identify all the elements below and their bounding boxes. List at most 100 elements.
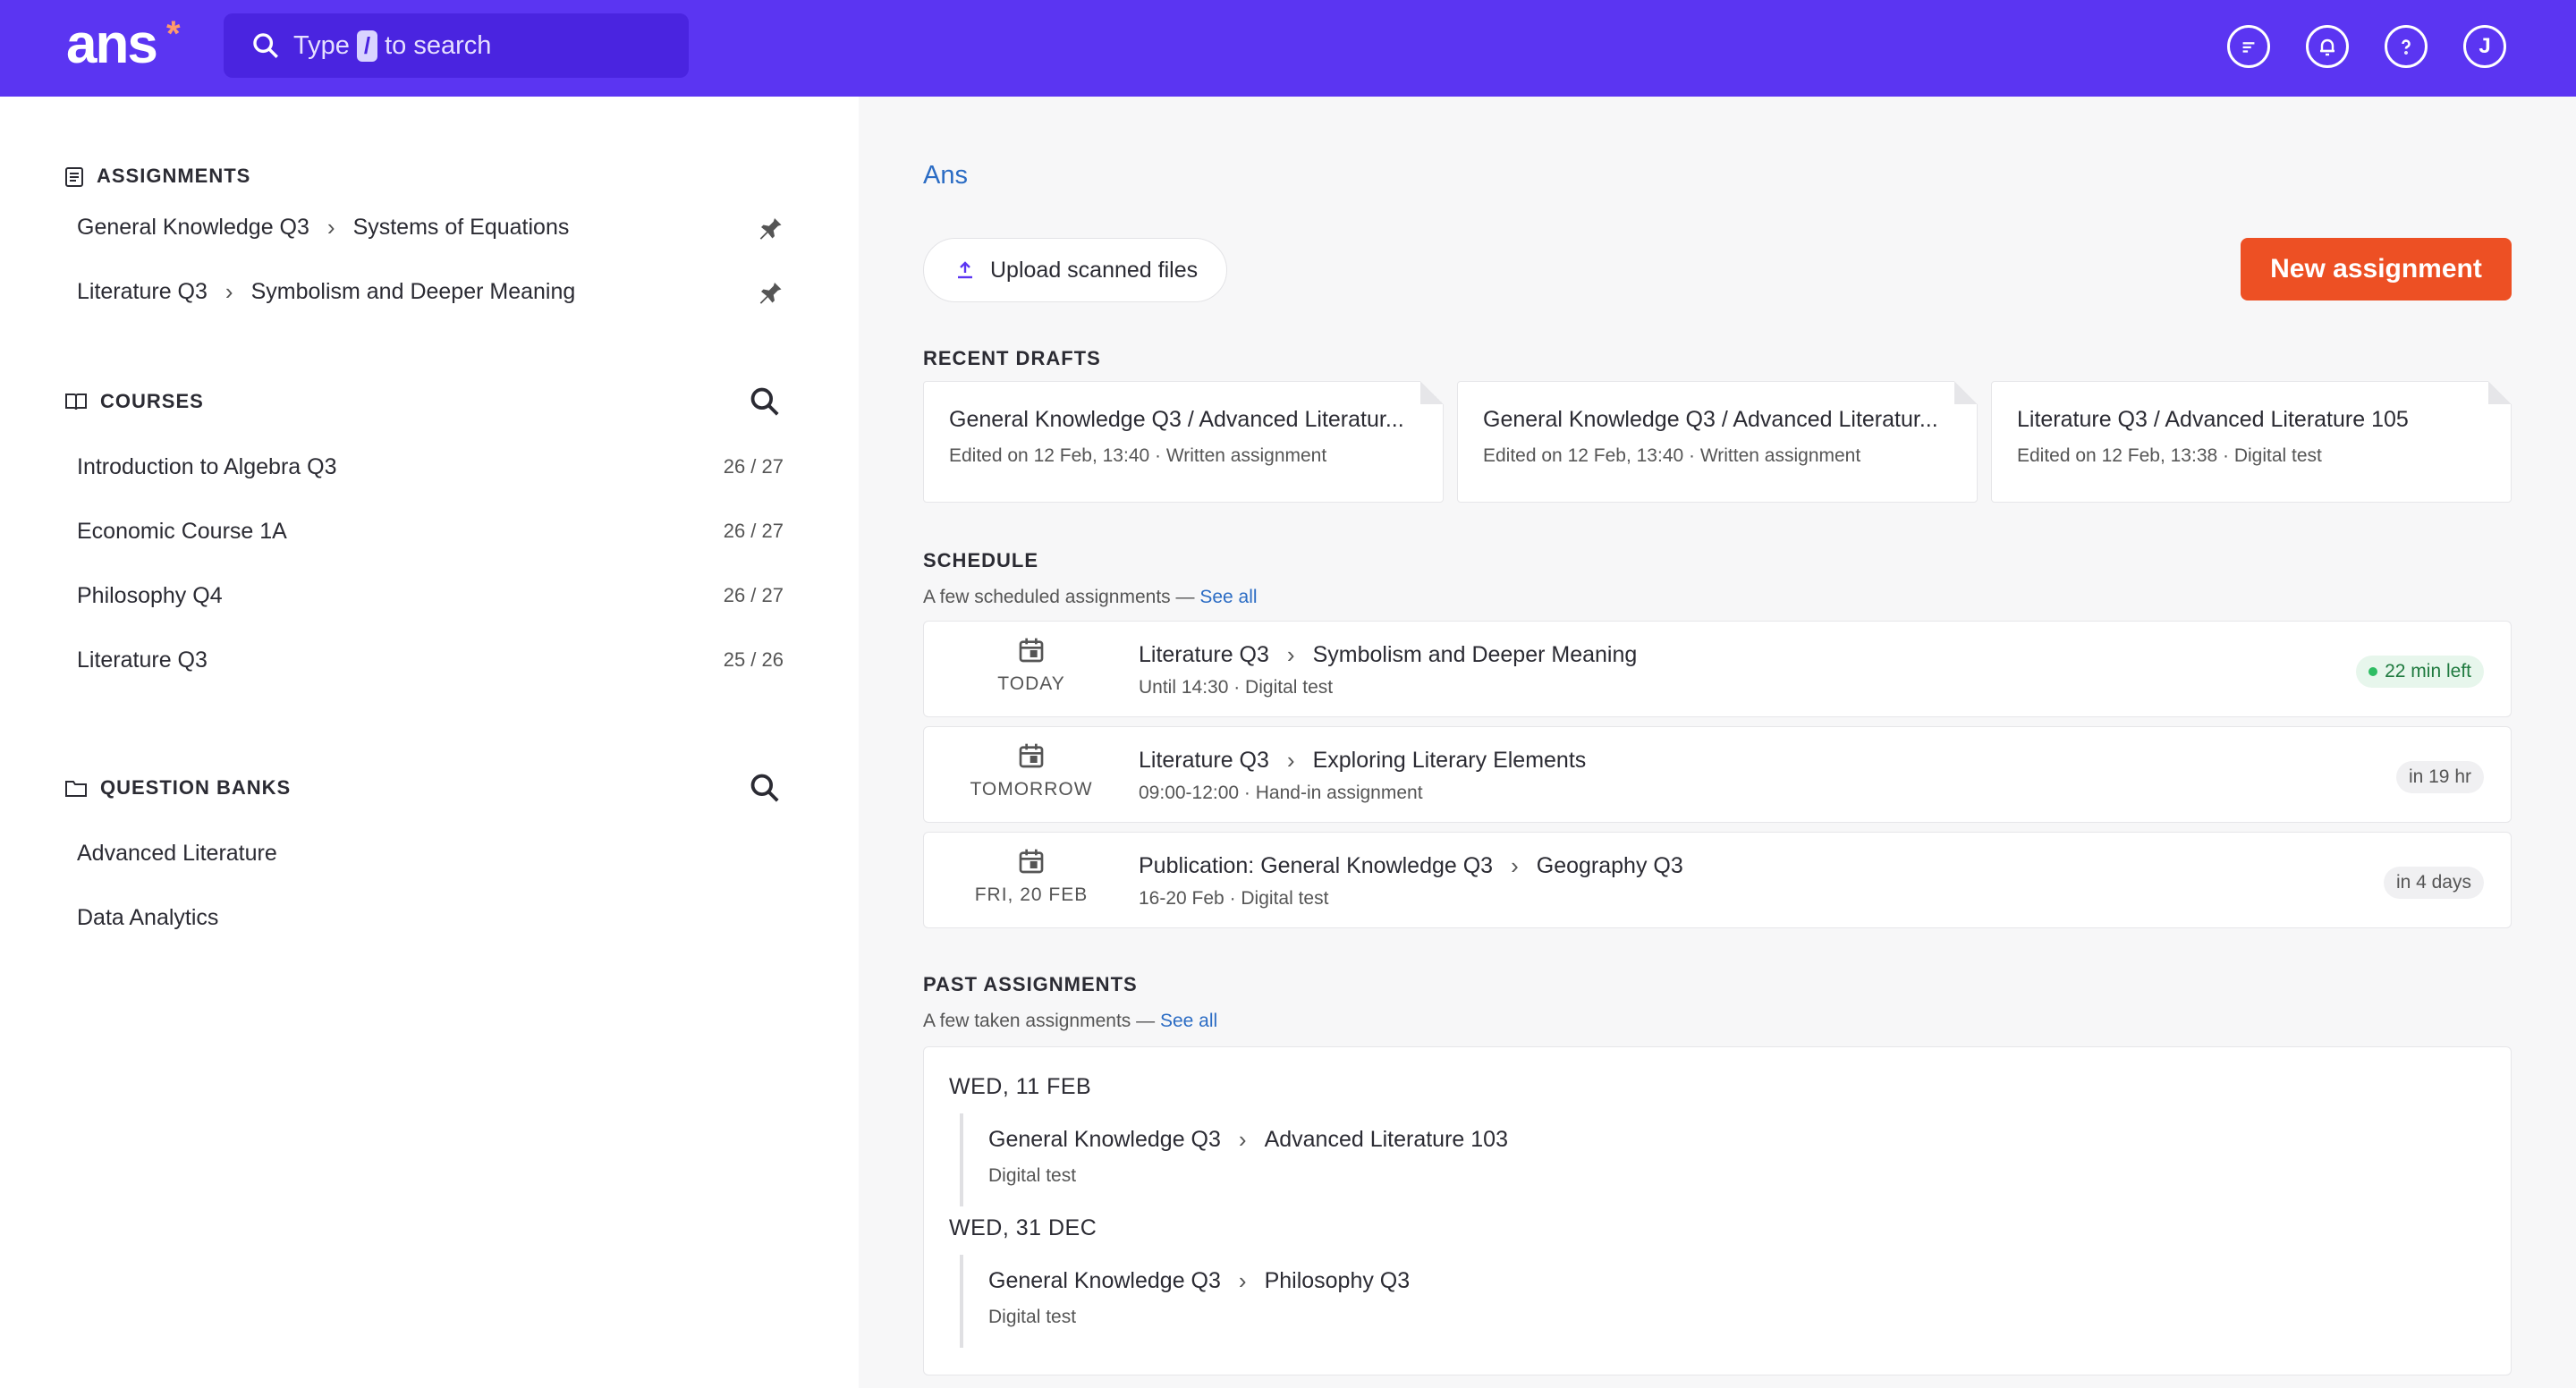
search-input[interactable]: Type / to search <box>224 13 689 78</box>
upload-icon <box>958 261 972 279</box>
course-count: 26 / 27 <box>723 520 784 542</box>
breadcrumb[interactable]: Ans <box>923 161 968 190</box>
pin-icon[interactable] <box>757 278 784 305</box>
search-placeholder-rest: to search <box>385 30 492 60</box>
folder-icon <box>65 781 87 797</box>
course-count: 26 / 27 <box>723 584 784 606</box>
schedule-assignment: Symbolism and Deeper Meaning <box>1312 642 1638 667</box>
assignment-name: Systems of Equations <box>352 214 570 240</box>
past-assignments-card: WED, 11 FEB General Knowledge Q3 › Advan… <box>923 1046 2512 1375</box>
assignment-course: Literature Q3 <box>77 278 208 304</box>
past-assignments-heading: PAST ASSIGNMENTS <box>923 973 1138 995</box>
timeline-line <box>960 1255 963 1348</box>
feedback-icon[interactable] <box>2227 25 2270 68</box>
schedule-course: Literature Q3 <box>1139 642 1269 667</box>
time-left-badge: in 4 days <box>2383 867 2484 899</box>
schedule-course: Publication: General Knowledge Q3 <box>1139 853 1494 878</box>
clipboard-icon <box>65 167 83 187</box>
search-shortcut-key: / <box>356 30 378 62</box>
past-subtitle: A few taken assignments — See all <box>923 1011 1218 1031</box>
past-meta: Digital test <box>988 1307 1077 1327</box>
assignments-heading: ASSIGNMENTS <box>64 165 250 188</box>
calendar-icon <box>1019 849 1044 874</box>
course-name: Literature Q3 <box>77 647 208 673</box>
bank-name: Data Analytics <box>77 904 219 930</box>
draft-meta: Edited on 12 Feb, 13:40 · Written assign… <box>1483 445 1861 466</box>
courses-heading: COURSES <box>64 390 204 413</box>
recent-drafts-heading: RECENT DRAFTS <box>923 347 1101 369</box>
draft-title: General Knowledge Q3 / Advanced Literatu… <box>949 407 1404 432</box>
draft-card[interactable]: General Knowledge Q3 / Advanced Literatu… <box>1457 381 1978 503</box>
past-assignment-name: Philosophy Q3 <box>1264 1268 1411 1293</box>
help-icon[interactable] <box>2385 25 2428 68</box>
search-icon <box>253 33 278 58</box>
logo[interactable]: ans <box>66 16 158 73</box>
search-banks-icon[interactable] <box>748 771 782 805</box>
schedule-item[interactable]: FRI, 20 FEB Publication: General Knowled… <box>923 832 2512 928</box>
bank-name: Advanced Literature <box>77 840 277 866</box>
sidebar-course-item[interactable]: Economic Course 1A 26 / 27 <box>77 513 784 549</box>
past-course: General Knowledge Q3 <box>988 1268 1221 1293</box>
course-count: 26 / 27 <box>723 455 784 478</box>
draft-card[interactable]: General Knowledge Q3 / Advanced Literatu… <box>923 381 1444 503</box>
draft-card[interactable]: Literature Q3 / Advanced Literature 105 … <box>1991 381 2512 503</box>
top-bar: ans * Type / to search J <box>0 0 2576 97</box>
sidebar-bank-item[interactable]: Data Analytics <box>77 900 784 935</box>
schedule-meta: Until 14:30 · Digital test <box>1139 677 1334 698</box>
logo-mark: * <box>166 14 181 54</box>
upload-scanned-files-button[interactable]: Upload scanned files <box>923 238 1227 302</box>
past-assignment-item[interactable]: General Knowledge Q3 › Advanced Literatu… <box>988 1126 1508 1154</box>
schedule-see-all-link[interactable]: See all <box>1199 587 1257 607</box>
course-name: Philosophy Q4 <box>77 582 223 608</box>
sidebar-bank-item[interactable]: Advanced Literature <box>77 835 784 871</box>
schedule-item[interactable]: TOMORROW Literature Q3 › Exploring Liter… <box>923 726 2512 823</box>
timeline-line <box>960 1113 963 1206</box>
sidebar-course-item[interactable]: Philosophy Q4 26 / 27 <box>77 578 784 614</box>
past-meta: Digital test <box>988 1165 1077 1186</box>
course-name: Economic Course 1A <box>77 518 287 544</box>
past-see-all-link[interactable]: See all <box>1160 1011 1217 1031</box>
schedule-meta: 09:00-12:00 · Hand-in assignment <box>1139 783 1423 803</box>
question-banks-heading: QUESTION BANKS <box>64 776 291 800</box>
past-date: WED, 11 FEB <box>949 1074 1092 1099</box>
sidebar: ASSIGNMENTS General Knowledge Q3 › Syste… <box>0 97 859 1388</box>
new-assignment-button[interactable]: New assignment <box>2241 238 2512 300</box>
draft-meta: Edited on 12 Feb, 13:40 · Written assign… <box>949 445 1327 466</box>
sidebar-assignment-item[interactable]: Literature Q3 › Symbolism and Deeper Mea… <box>77 274 784 309</box>
schedule-course: Literature Q3 <box>1139 748 1269 773</box>
course-name: Introduction to Algebra Q3 <box>77 453 337 479</box>
chevron-right-icon: › <box>1238 1126 1247 1153</box>
schedule-date: FRI, 20 FEB <box>974 884 1089 905</box>
status-dot-icon <box>2368 667 2378 676</box>
schedule-item[interactable]: TODAY Literature Q3 › Symbolism and Deep… <box>923 621 2512 717</box>
draft-title: General Knowledge Q3 / Advanced Literatu… <box>1483 407 1938 432</box>
schedule-date: TODAY <box>997 673 1065 694</box>
chevron-right-icon: › <box>225 277 233 305</box>
book-icon <box>65 394 87 410</box>
calendar-icon <box>1019 638 1044 663</box>
search-courses-icon[interactable] <box>748 385 782 419</box>
past-date: WED, 31 DEC <box>949 1215 1097 1240</box>
past-assignment-item[interactable]: General Knowledge Q3 › Philosophy Q3 <box>988 1267 1410 1295</box>
chevron-right-icon: › <box>1238 1267 1247 1294</box>
calendar-icon <box>1019 743 1044 768</box>
schedule-subtitle: A few scheduled assignments — See all <box>923 587 1258 607</box>
time-left-badge: 22 min left <box>2356 656 2484 688</box>
chevron-right-icon: › <box>326 213 335 241</box>
user-avatar[interactable]: J <box>2463 25 2506 68</box>
sidebar-assignment-item[interactable]: General Knowledge Q3 › Systems of Equati… <box>77 209 784 245</box>
schedule-assignment: Geography Q3 <box>1536 853 1683 878</box>
schedule-date: TOMORROW <box>970 779 1093 800</box>
bell-icon[interactable] <box>2306 25 2349 68</box>
draft-title: Literature Q3 / Advanced Literature 105 <box>2017 407 2409 432</box>
pin-icon[interactable] <box>757 214 784 241</box>
search-placeholder: Type <box>293 30 350 60</box>
main-content: Ans Upload scanned files New assignment … <box>859 97 2576 1388</box>
chevron-right-icon: › <box>1286 747 1295 774</box>
chevron-right-icon: › <box>1511 852 1519 879</box>
sidebar-course-item[interactable]: Literature Q3 25 / 26 <box>77 642 784 678</box>
chevron-right-icon: › <box>1286 641 1295 668</box>
assignment-name: Symbolism and Deeper Meaning <box>250 278 576 304</box>
sidebar-course-item[interactable]: Introduction to Algebra Q3 26 / 27 <box>77 449 784 485</box>
assignment-course: General Knowledge Q3 <box>77 214 309 240</box>
